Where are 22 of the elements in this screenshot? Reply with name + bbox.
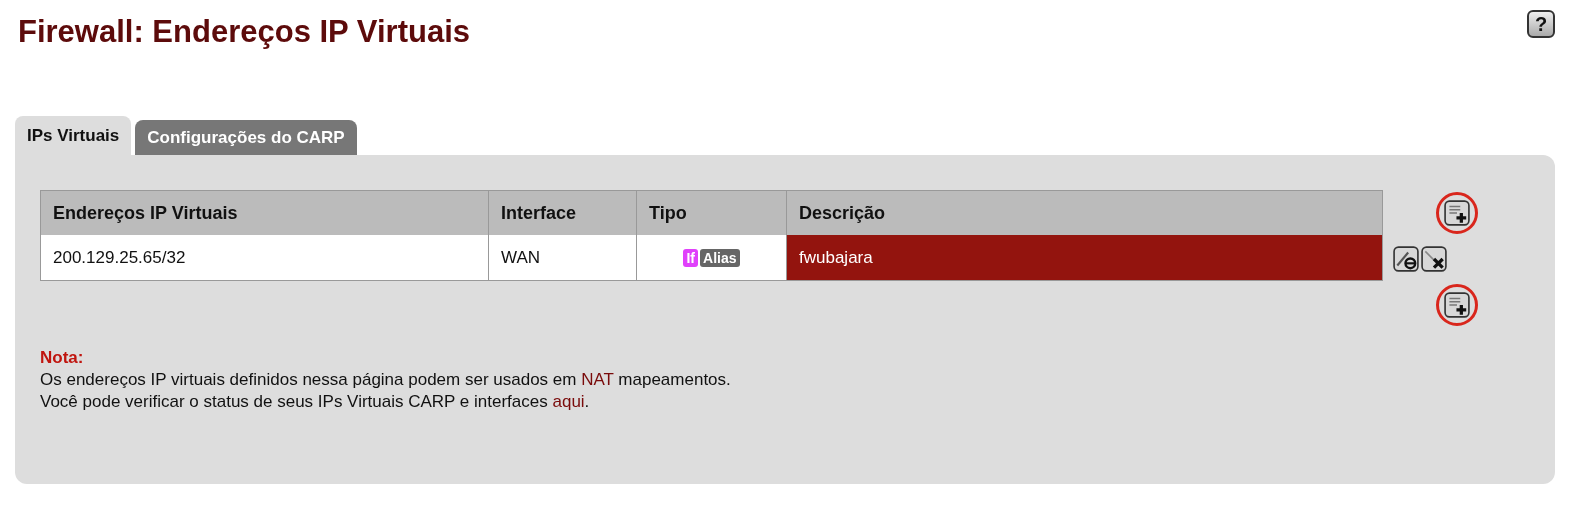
link[interactable]: aqui: [552, 392, 585, 411]
note-heading: Nota:: [40, 348, 85, 368]
add-icon[interactable]: [1444, 292, 1470, 318]
column-header: Descrição: [786, 190, 1383, 235]
column-header: Interface: [488, 190, 637, 235]
tab[interactable]: Configurações do CARP: [135, 120, 357, 155]
help-button[interactable]: ?: [1527, 10, 1555, 38]
delete-icon[interactable]: [1421, 246, 1447, 272]
link[interactable]: NAT: [581, 370, 614, 389]
table-cell: WAN: [488, 235, 637, 281]
column-header: Endereços IP Virtuais: [40, 190, 489, 235]
add-icon[interactable]: [1444, 200, 1470, 226]
type-badge: Alias: [700, 248, 740, 267]
note-text: Você pode verificar o status de seus IPs Virtuais CARP e interfaces aqui.: [40, 392, 591, 412]
table-cell: 200.129.25.65/32: [40, 235, 489, 281]
page-title: Firewall: Endereços IP Virtuais: [18, 14, 470, 50]
table-cell: fwubajara: [786, 235, 1383, 281]
type-badge: If: [683, 248, 699, 267]
tab[interactable]: IPs Virtuais: [15, 116, 132, 155]
note-text: Os endereços IP virtuais definidos nessa página podem ser usados em NAT mapeamentos.: [40, 370, 732, 390]
edit-icon[interactable]: [1393, 246, 1419, 272]
column-header: Tipo: [636, 190, 787, 235]
